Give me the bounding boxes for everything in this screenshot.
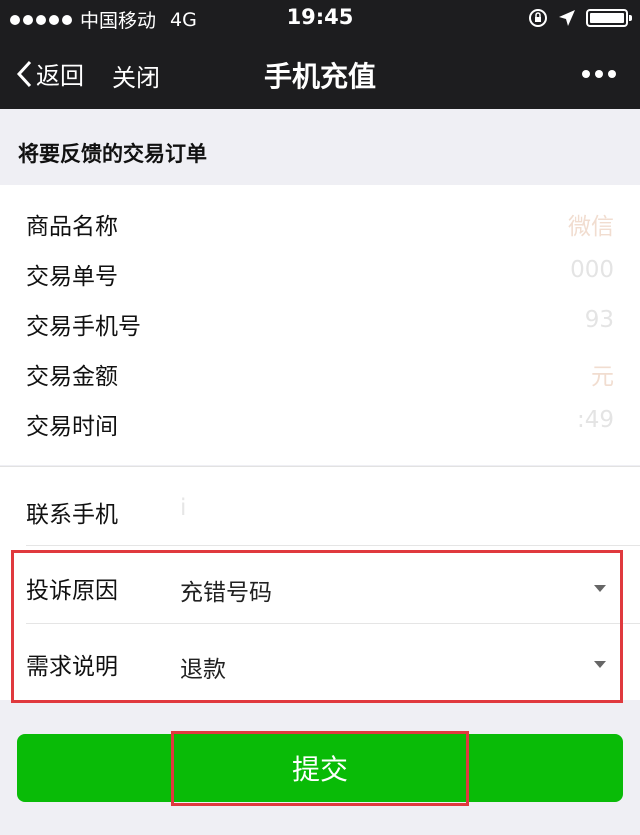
location-icon [559,10,575,26]
status-right [528,8,632,28]
section-title: 将要反馈的交易订单 [18,142,207,166]
highlight-box-form [11,550,623,703]
highlight-box-submit [171,731,469,806]
battery-icon [586,9,632,27]
order-label-order-no: 交易单号 [26,264,118,290]
order-value-amount: 元 [591,364,614,390]
order-value-time: :49 [576,407,614,433]
order-label-time: 交易时间 [26,414,118,440]
order-value-phone: 93 [584,307,614,333]
order-value-product: 微信 [568,214,614,240]
page-title: 手机充值 [263,60,376,93]
order-label-product: 商品名称 [26,214,118,240]
order-label-phone: 交易手机号 [26,314,141,340]
order-value-order-no: 000 [570,257,614,283]
more-options-icon[interactable] [582,70,616,78]
contact-phone-input[interactable]: i [180,495,186,521]
nav-bar: 返回 关闭 手机充值 [0,40,640,109]
battery-fill [590,13,624,23]
divider [26,545,640,546]
contact-phone-label: 联系手机 [26,502,118,528]
status-bar: 中国移动 4G 19:45 [0,0,640,40]
orientation-lock-icon [529,9,547,27]
order-label-amount: 交易金额 [26,364,118,390]
order-details-card: 商品名称 微信 交易单号 000 交易手机号 93 交易金额 元 交易时间 :4… [0,185,640,465]
